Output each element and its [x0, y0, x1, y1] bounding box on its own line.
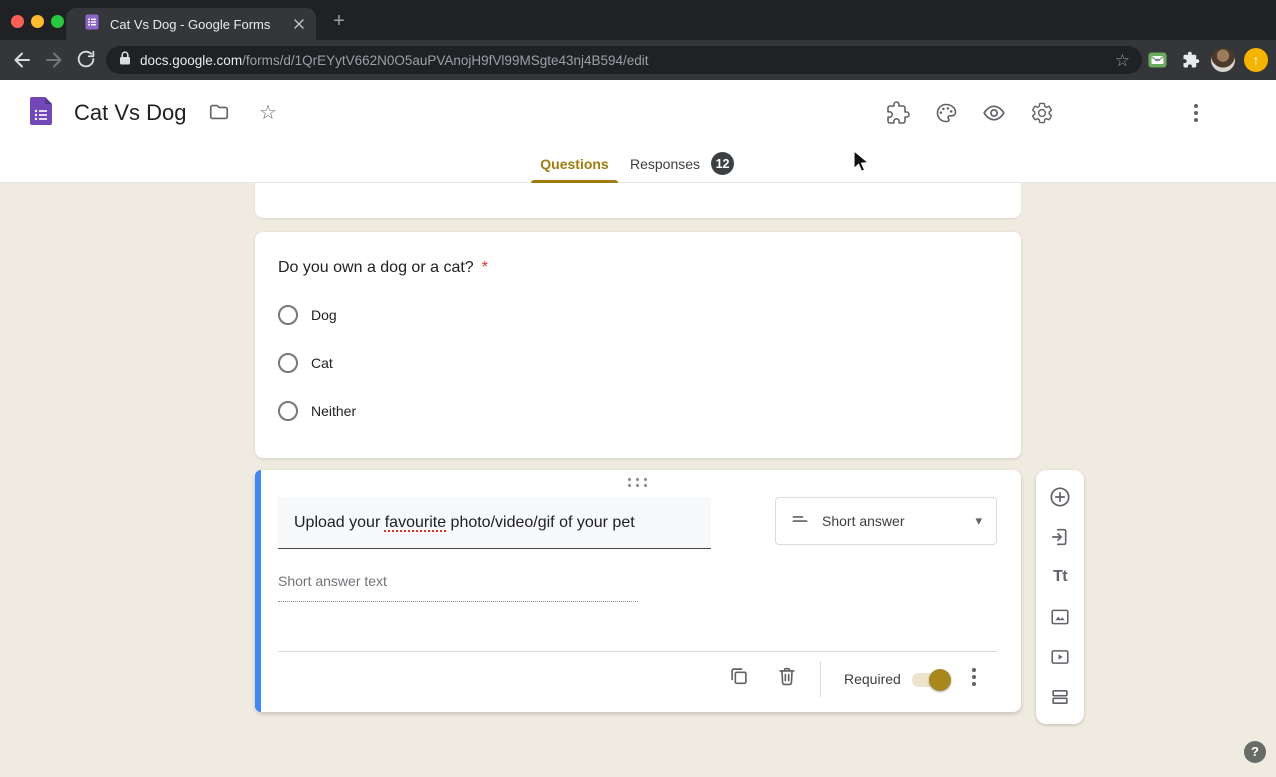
- required-toggle[interactable]: [912, 673, 948, 687]
- answer-preview-line: Short answer text: [278, 573, 638, 602]
- addons-puzzle-icon[interactable]: [886, 101, 910, 125]
- back-button[interactable]: [10, 48, 34, 72]
- title-text: Upload your: [294, 514, 385, 532]
- star-form-icon[interactable]: ☆: [256, 101, 280, 125]
- radio-circle-icon[interactable]: [278, 305, 298, 325]
- card-footer-divider: [278, 651, 997, 652]
- footer-divider-vertical: [820, 661, 821, 697]
- questions-tab-label: Questions: [540, 156, 608, 172]
- answer-placeholder: Short answer text: [278, 573, 387, 589]
- forms-favicon-icon: [84, 14, 100, 35]
- add-title-text-icon[interactable]: Tt: [1047, 564, 1073, 590]
- url-path: /forms/d/1QrEYytV662N0O5auPVAnojH9fVl99M…: [242, 53, 648, 68]
- mail-extension-icon[interactable]: [1148, 51, 1167, 74]
- tab-close-icon[interactable]: [290, 15, 308, 33]
- responses-count-badge: 12: [711, 152, 734, 175]
- form-nav-tabs: Questions Responses 12: [0, 144, 1276, 183]
- question-more-options-icon[interactable]: [962, 665, 986, 689]
- chevron-down-icon: ▾: [975, 513, 982, 529]
- browser-tab[interactable]: Cat Vs Dog - Google Forms: [66, 8, 316, 40]
- add-video-icon[interactable]: [1047, 644, 1073, 670]
- title-text-misspelled: favourite: [385, 514, 446, 532]
- question-type-label: Short answer: [822, 513, 904, 529]
- option-label: Neither: [311, 403, 356, 419]
- forms-logo-icon: [30, 97, 52, 130]
- question-title-text: Do you own a dog or a cat?: [278, 259, 474, 276]
- title-text: photo/video/gif of your pet: [446, 514, 635, 532]
- address-bar[interactable]: docs.google.com/forms/d/1QrEYytV662N0O5a…: [106, 46, 1142, 74]
- new-tab-button[interactable]: +: [327, 9, 351, 33]
- move-to-folder-icon[interactable]: [207, 101, 231, 125]
- screen: Cat Vs Dog - Google Forms + docs.google.…: [0, 0, 1276, 777]
- required-asterisk: *: [482, 259, 488, 276]
- extensions-puzzle-icon[interactable]: [1182, 51, 1200, 74]
- customize-theme-palette-icon[interactable]: [934, 101, 958, 125]
- preview-eye-icon[interactable]: [982, 101, 1006, 125]
- question-type-dropdown[interactable]: Short answer ▾: [775, 497, 997, 545]
- drag-handle-icon[interactable]: [628, 478, 648, 487]
- header-more-options-icon[interactable]: [1184, 101, 1208, 125]
- radio-option-cat[interactable]: Cat: [278, 353, 333, 373]
- radio-option-neither[interactable]: Neither: [278, 401, 356, 421]
- short-answer-icon: [790, 509, 810, 534]
- delete-trash-icon[interactable]: [774, 664, 800, 690]
- browser-toolbar: docs.google.com/forms/d/1QrEYytV662N0O5a…: [0, 40, 1276, 80]
- browser-profile-avatar[interactable]: [1211, 48, 1235, 72]
- reload-button[interactable]: [74, 48, 98, 72]
- option-label: Dog: [311, 307, 337, 323]
- tab-responses[interactable]: Responses 12: [630, 144, 734, 183]
- window-zoom-button[interactable]: [51, 15, 64, 28]
- selected-card-indicator: [255, 470, 261, 712]
- previous-card-partial[interactable]: [255, 183, 1021, 218]
- url-text: docs.google.com/forms/d/1QrEYytV662N0O5a…: [140, 53, 1107, 68]
- forms-header: Cat Vs Dog ☆ Send: [0, 80, 1276, 144]
- forward-button[interactable]: [42, 48, 66, 72]
- form-title[interactable]: Cat Vs Dog: [74, 98, 187, 128]
- required-label: Required: [844, 671, 901, 687]
- responses-tab-label: Responses: [630, 156, 700, 172]
- import-questions-icon[interactable]: [1047, 524, 1073, 550]
- url-domain: docs.google.com: [140, 53, 242, 68]
- bookmark-star-icon[interactable]: ☆: [1115, 52, 1130, 69]
- question-title-input[interactable]: Upload your favourite photo/video/gif of…: [278, 497, 711, 549]
- add-image-icon[interactable]: [1047, 604, 1073, 630]
- window-minimize-button[interactable]: [31, 15, 44, 28]
- question-card-multiple-choice[interactable]: Do you own a dog or a cat? * Dog Cat Neit…: [255, 232, 1021, 458]
- option-label: Cat: [311, 355, 333, 371]
- duplicate-icon[interactable]: [726, 664, 752, 690]
- insert-toolbar: Tt: [1036, 470, 1084, 724]
- radio-circle-icon[interactable]: [278, 401, 298, 421]
- lock-icon: [119, 51, 131, 70]
- tab-questions[interactable]: Questions: [531, 144, 618, 183]
- question-card-editing[interactable]: Upload your favourite photo/video/gif of…: [255, 470, 1021, 712]
- help-icon[interactable]: ?: [1244, 741, 1266, 763]
- radio-option-dog[interactable]: Dog: [278, 305, 337, 325]
- toggle-knob[interactable]: [929, 669, 951, 691]
- question-title: Do you own a dog or a cat? *: [278, 259, 488, 277]
- window-close-button[interactable]: [11, 15, 24, 28]
- browser-tab-strip: Cat Vs Dog - Google Forms +: [0, 0, 1276, 40]
- add-question-icon[interactable]: [1047, 484, 1073, 510]
- add-section-icon[interactable]: [1047, 684, 1073, 710]
- settings-gear-icon[interactable]: [1030, 101, 1054, 125]
- radio-circle-icon[interactable]: [278, 353, 298, 373]
- browser-update-icon[interactable]: ↑: [1244, 48, 1268, 72]
- tab-title: Cat Vs Dog - Google Forms: [110, 17, 290, 32]
